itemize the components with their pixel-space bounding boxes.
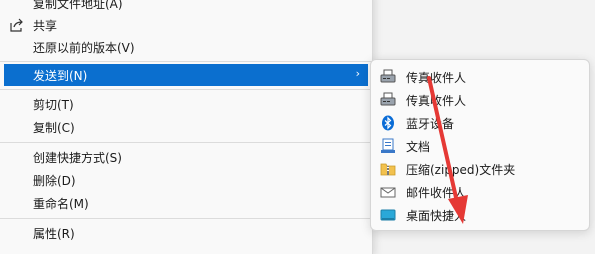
fax-icon (380, 69, 396, 85)
context-menu: 复制文件地址(A) 共享 还原以前的版本(V) 发送到(N) › 剪切(T) 复… (0, 0, 373, 254)
menu-item-share[interactable]: 共享 (0, 14, 372, 36)
submenu-item-label: 传真收件人 (406, 71, 467, 85)
mail-icon (380, 184, 396, 200)
menu-separator (0, 218, 372, 219)
submenu-item-desktop-shortcut[interactable]: 桌面快捷人 (371, 204, 589, 226)
menu-item-delete[interactable]: 删除(D) (0, 169, 372, 191)
submenu-item-fax-recipient[interactable]: 传真收件人 (371, 66, 589, 88)
bluetooth-icon (380, 115, 396, 131)
submenu-item-label: 压缩(zipped)文件夹 (406, 163, 516, 177)
menu-item-rename[interactable]: 重命名(M) (0, 192, 372, 214)
submenu-item-documents[interactable]: 文档 (371, 135, 589, 157)
menu-item-label: 重命名(M) (33, 197, 89, 211)
fax-icon (380, 92, 396, 108)
menu-separator (0, 142, 372, 143)
menu-item-label: 复制文件地址(A) (33, 0, 123, 11)
menu-item-copy-path[interactable]: 复制文件地址(A) (0, 0, 372, 14)
menu-separator (0, 61, 372, 62)
menu-item-label: 共享 (33, 19, 58, 33)
submenu-item-fax-recipient[interactable]: 传真收件人 (371, 89, 589, 111)
menu-item-properties[interactable]: 属性(R) (0, 222, 372, 244)
menu-item-restore-versions[interactable]: 还原以前的版本(V) (0, 36, 372, 58)
share-icon (9, 17, 25, 33)
menu-item-copy[interactable]: 复制(C) (0, 116, 372, 138)
menu-item-send-to[interactable]: 发送到(N) › (4, 64, 368, 86)
submenu-item-zip-folder[interactable]: 压缩(zipped)文件夹 (371, 158, 589, 180)
zip-folder-icon (380, 161, 396, 177)
menu-item-cut[interactable]: 剪切(T) (0, 93, 372, 115)
submenu-item-label: 邮件收件人 (406, 186, 467, 200)
menu-separator (0, 89, 372, 90)
menu-item-label: 属性(R) (33, 227, 75, 241)
menu-item-label: 剪切(T) (33, 98, 74, 112)
desktop-icon (380, 207, 396, 223)
submenu-item-label: 文档 (406, 140, 431, 154)
menu-item-label: 发送到(N) (33, 69, 88, 83)
menu-item-label: 删除(D) (33, 174, 76, 188)
submenu-item-bluetooth[interactable]: 蓝牙设备 (371, 112, 589, 134)
menu-item-label: 复制(C) (33, 121, 75, 135)
submenu-item-label: 桌面快捷人 (406, 209, 467, 223)
chevron-right-icon: › (355, 67, 360, 80)
send-to-submenu: 传真收件人 传真收件人 蓝牙设备 文档 压缩(zipped)文件夹 邮件收件人 … (370, 59, 590, 231)
submenu-item-mail-recipient[interactable]: 邮件收件人 (371, 181, 589, 203)
submenu-item-label: 蓝牙设备 (406, 117, 455, 131)
menu-item-label: 创建快捷方式(S) (33, 151, 122, 165)
menu-item-label: 还原以前的版本(V) (33, 41, 135, 55)
menu-item-create-shortcut[interactable]: 创建快捷方式(S) (0, 146, 372, 168)
document-icon (380, 138, 396, 154)
submenu-item-label: 传真收件人 (406, 94, 467, 108)
